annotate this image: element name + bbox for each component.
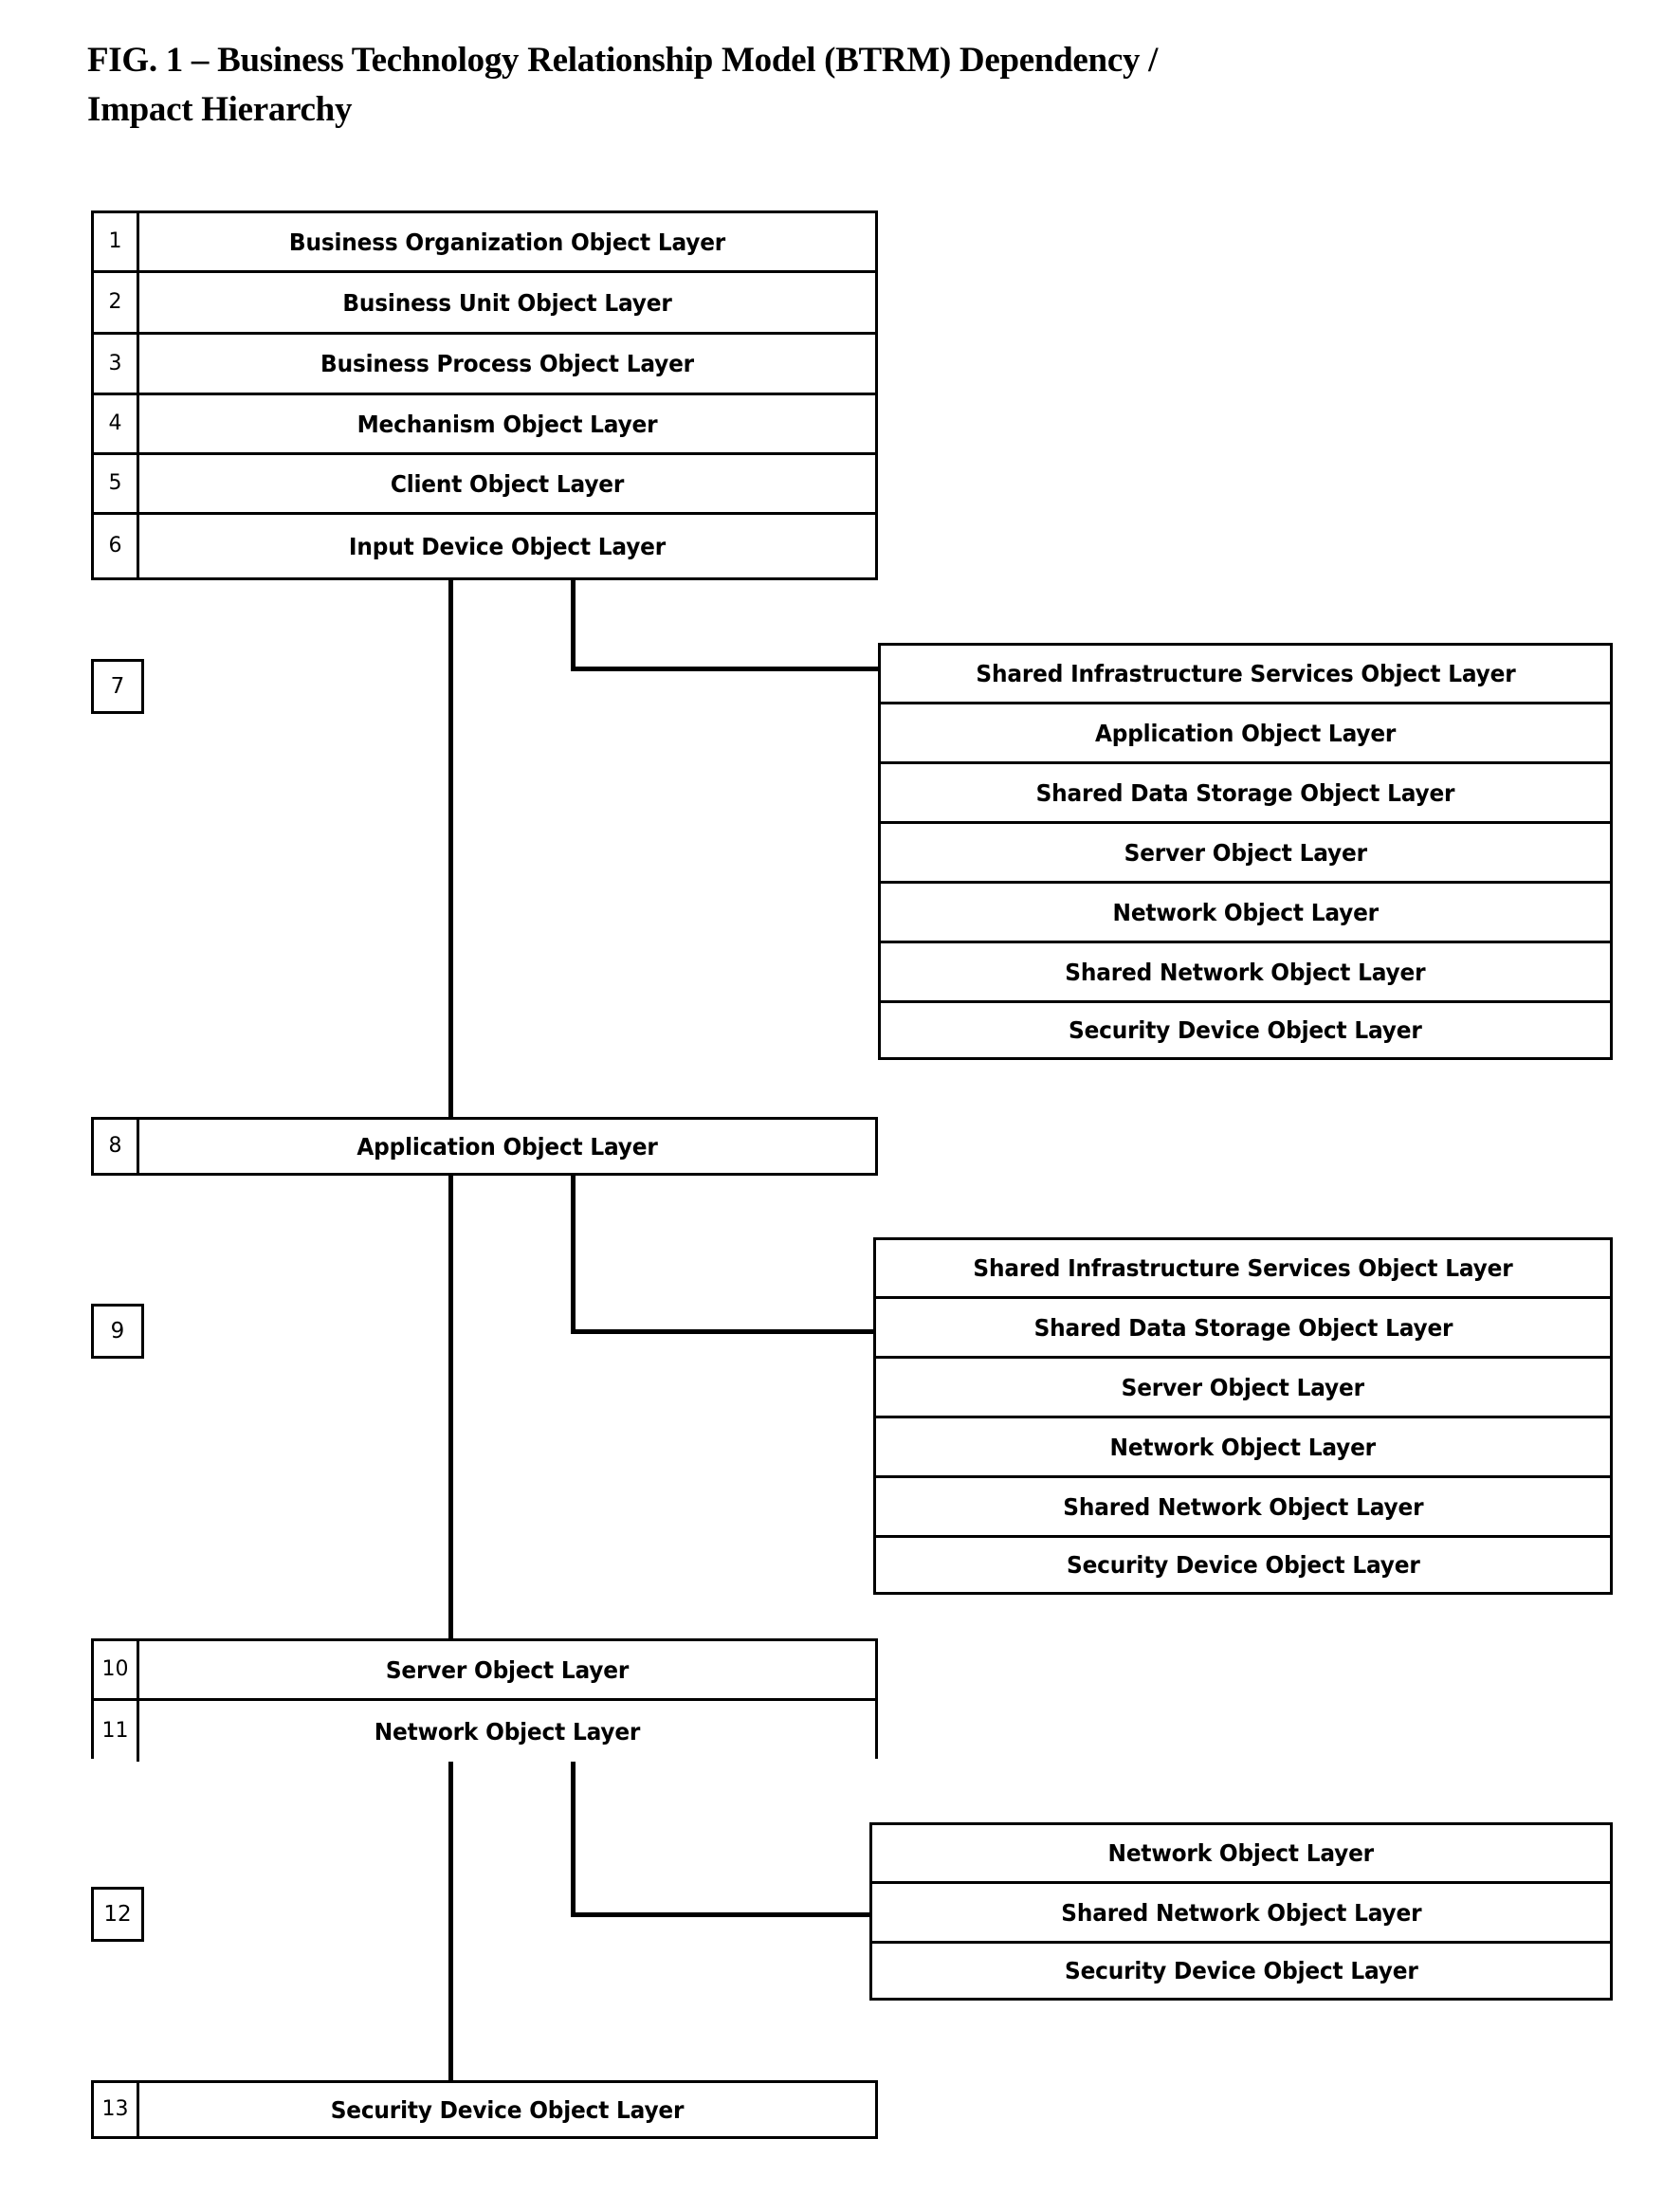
table-row[interactable]: 10 Server Object Layer <box>94 1641 875 1701</box>
table-row[interactable]: 8 Application Object Layer <box>94 1120 875 1173</box>
row-number: 5 <box>94 455 139 512</box>
table-row[interactable]: 5 Client Object Layer <box>94 455 875 515</box>
row-label: Shared Data Storage Object Layer <box>1033 1313 1453 1342</box>
row-label: Shared Infrastructure Services Object La… <box>973 1254 1513 1282</box>
list-item[interactable]: Shared Network Object Layer <box>869 1881 1613 1941</box>
connector-branch-12-vertical <box>571 1759 576 1917</box>
row-number: 10 <box>94 1641 139 1698</box>
list-item[interactable]: Network Object Layer <box>878 881 1613 941</box>
row-number: 6 <box>94 515 139 577</box>
callout-number: 12 <box>103 1901 132 1927</box>
row-number: 8 <box>94 1120 139 1173</box>
connector-branch-12-horizontal <box>571 1912 884 1917</box>
list-item[interactable]: Shared Network Object Layer <box>873 1475 1613 1535</box>
row-label: Application Object Layer <box>1094 719 1397 747</box>
list-item[interactable]: Shared Data Storage Object Layer <box>878 761 1613 821</box>
row-label: Network Object Layer <box>1112 898 1379 926</box>
list-item[interactable]: Server Object Layer <box>873 1356 1613 1416</box>
row-label: Security Device Object Layer <box>1069 1016 1422 1044</box>
row-label: Input Device Object Layer <box>348 532 667 560</box>
row-label: Business Unit Object Layer <box>342 288 672 317</box>
callout-number: 7 <box>110 673 125 699</box>
row-label: Server Object Layer <box>385 1655 630 1684</box>
row-label: Shared Data Storage Object Layer <box>1035 778 1455 807</box>
table-row[interactable]: 11 Network Object Layer <box>94 1701 875 1762</box>
callout-box-12: 12 <box>91 1887 144 1942</box>
list-item[interactable]: Security Device Object Layer <box>878 1000 1613 1060</box>
btrm-hierarchy-diagram: 1 Business Organization Object Layer 2 B… <box>0 0 1663 2212</box>
list-item[interactable]: Security Device Object Layer <box>873 1535 1613 1595</box>
connector-branch-7-horizontal <box>571 667 884 671</box>
left-stack-layers-1-6: 1 Business Organization Object Layer 2 B… <box>91 210 878 580</box>
table-row[interactable]: 4 Mechanism Object Layer <box>94 395 875 455</box>
list-item[interactable]: Application Object Layer <box>878 702 1613 761</box>
left-stack-layer-8: 8 Application Object Layer <box>91 1117 878 1176</box>
row-label: Shared Network Object Layer <box>1065 958 1426 986</box>
table-row[interactable]: 2 Business Unit Object Layer <box>94 273 875 335</box>
list-item[interactable]: Network Object Layer <box>873 1416 1613 1475</box>
list-item[interactable]: Shared Data Storage Object Layer <box>873 1296 1613 1356</box>
row-label: Security Device Object Layer <box>330 2095 685 2124</box>
callout-box-9: 9 <box>91 1304 144 1359</box>
row-number: 2 <box>94 273 139 332</box>
list-item[interactable]: Security Device Object Layer <box>869 1941 1613 2001</box>
row-number: 4 <box>94 395 139 452</box>
left-stack-layers-10-11: 10 Server Object Layer 11 Network Object… <box>91 1638 878 1762</box>
right-stack-group-7: Shared Infrastructure Services Object La… <box>878 643 1613 1060</box>
right-stack-group-12: Network Object Layer Shared Network Obje… <box>869 1822 1613 2001</box>
row-label: Server Object Layer <box>1124 838 1367 867</box>
connector-trunk-vertical-3 <box>448 1759 453 2114</box>
connector-trunk-vertical-1 <box>448 576 453 1124</box>
row-label: Server Object Layer <box>1121 1373 1365 1401</box>
list-item[interactable]: Shared Infrastructure Services Object La… <box>873 1237 1613 1296</box>
table-row[interactable]: 1 Business Organization Object Layer <box>94 213 875 273</box>
row-label: Business Process Object Layer <box>320 350 694 377</box>
connector-branch-7-vertical <box>571 576 576 671</box>
row-label: Network Object Layer <box>1107 1839 1375 1867</box>
table-row[interactable]: 3 Business Process Object Layer <box>94 335 875 395</box>
row-label: Network Object Layer <box>1109 1433 1377 1461</box>
connector-trunk-vertical-2 <box>448 1176 453 1680</box>
right-stack-group-9: Shared Infrastructure Services Object La… <box>873 1237 1613 1595</box>
callout-box-7: 7 <box>91 659 144 714</box>
table-row[interactable]: 6 Input Device Object Layer <box>94 515 875 577</box>
row-label: Security Device Object Layer <box>1064 1957 1418 1984</box>
callout-number: 9 <box>110 1318 125 1344</box>
list-item[interactable]: Network Object Layer <box>869 1822 1613 1881</box>
left-stack-layer-13: 13 Security Device Object Layer <box>91 2080 878 2139</box>
connector-branch-9-vertical <box>571 1176 576 1334</box>
row-label: Mechanism Object Layer <box>356 410 658 438</box>
list-item[interactable]: Server Object Layer <box>878 821 1613 881</box>
list-item[interactable]: Shared Network Object Layer <box>878 941 1613 1000</box>
row-number: 3 <box>94 335 139 393</box>
row-label: Security Device Object Layer <box>1066 1551 1420 1579</box>
table-row[interactable]: 13 Security Device Object Layer <box>94 2083 875 2136</box>
row-label: Shared Infrastructure Services Object La… <box>975 660 1516 687</box>
list-item[interactable]: Shared Infrastructure Services Object La… <box>878 643 1613 702</box>
row-label: Shared Network Object Layer <box>1062 1492 1424 1521</box>
row-label: Shared Network Object Layer <box>1060 1898 1422 1927</box>
row-label: Client Object Layer <box>390 469 625 498</box>
row-number: 11 <box>94 1701 139 1762</box>
row-label: Application Object Layer <box>356 1132 658 1161</box>
row-number: 13 <box>94 2083 139 2136</box>
connector-branch-9-horizontal <box>571 1329 884 1334</box>
row-number: 1 <box>94 213 139 270</box>
row-label: Network Object Layer <box>374 1717 641 1746</box>
row-label: Business Organization Object Layer <box>288 228 726 256</box>
